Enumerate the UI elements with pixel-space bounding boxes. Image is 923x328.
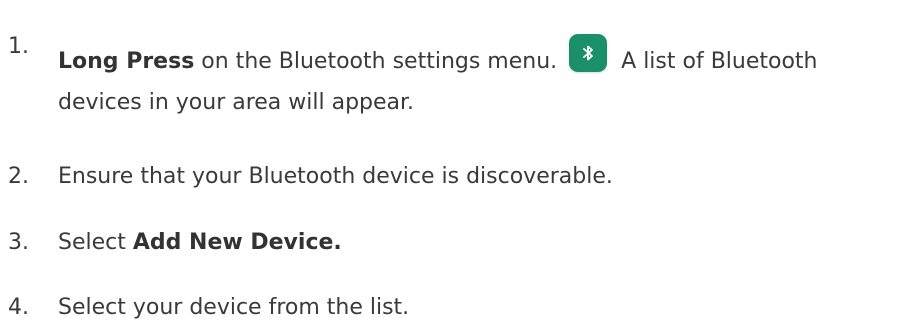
step-bold-text: Add New Device. [132,230,342,255]
bluetooth-icon [569,34,608,72]
step-number: 1. [8,34,29,59]
step-number: 2. [8,164,29,189]
step-text: Select Add New Device. [58,230,342,256]
step-text: devices in your area will appear. [58,90,415,115]
step-text: Ensure that your Bluetooth device is dis… [58,164,613,189]
step-text: Long Press on the Bluetooth settings men… [58,34,818,75]
step-text-segment: on the Bluetooth settings menu. [194,49,558,74]
step-text-segment: Select [58,230,133,255]
step-text: Select your device from the list. [58,295,410,320]
step-text-segment: A list of Bluetooth [621,49,818,74]
step-number: 4. [8,295,29,320]
step-bold-text: Long Press [58,49,195,74]
step-number: 3. [8,230,29,255]
